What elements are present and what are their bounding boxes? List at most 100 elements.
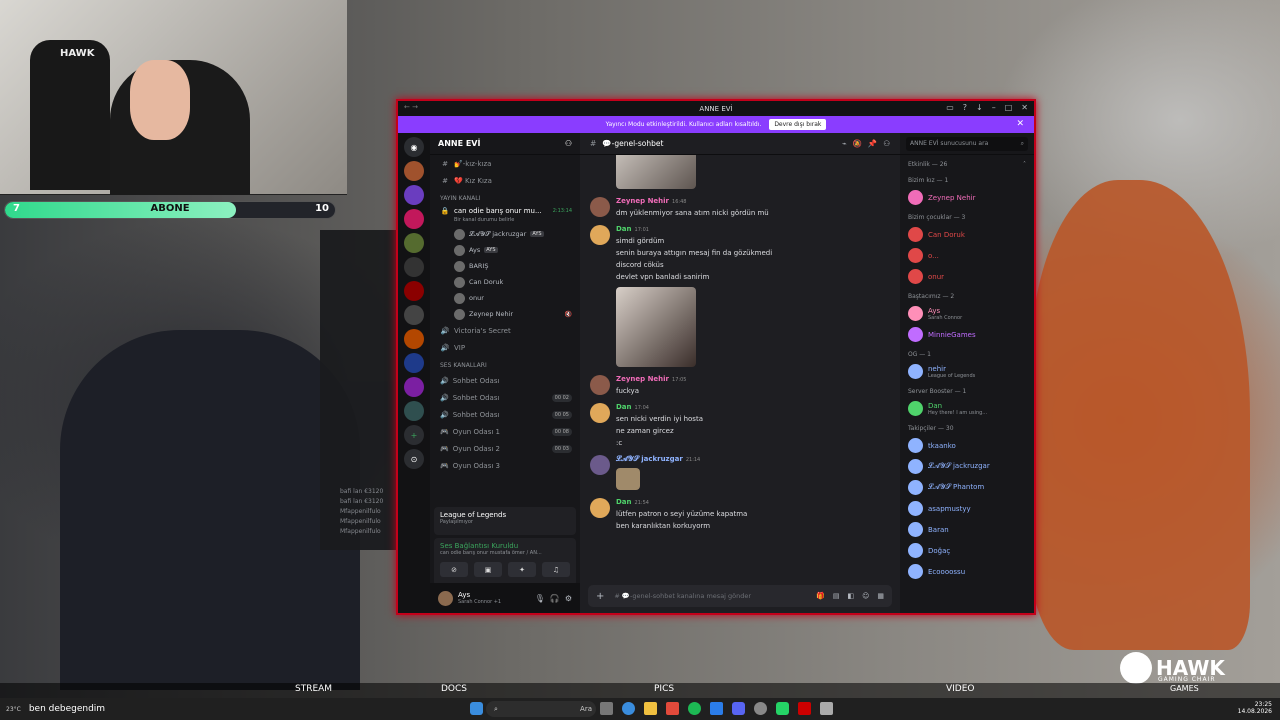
- disable-streamer-mode-button[interactable]: Devre dışı bırak: [769, 119, 827, 130]
- channel-item[interactable]: 🔊 VIP: [430, 339, 580, 356]
- member-item[interactable]: Doğaç: [900, 540, 1034, 561]
- voice-user[interactable]: 𝓛𝓐𝓨𝓢 jackruzgar AYS: [430, 226, 580, 242]
- notification-bell-icon[interactable]: 🔕: [853, 139, 862, 148]
- author-name[interactable]: 𝓛𝓐𝓨𝓢 jackruzgar: [616, 455, 683, 463]
- spotify-icon[interactable]: [688, 702, 701, 715]
- task-view-icon[interactable]: [600, 702, 613, 715]
- threads-icon[interactable]: ⌁: [842, 139, 847, 148]
- member-item[interactable]: Baran: [900, 519, 1034, 540]
- channel-status[interactable]: Bir kanal durumu belirle: [430, 217, 580, 226]
- app-icon[interactable]: [710, 702, 723, 715]
- app-icon[interactable]: [798, 702, 811, 715]
- system-clock[interactable]: 23:25 14.08.2026: [1238, 701, 1272, 715]
- member-list-icon[interactable]: ⚇: [883, 139, 890, 148]
- help-icon[interactable]: ?: [963, 103, 967, 112]
- message-input[interactable]: + # 💬-genel-sohbet kanalına mesaj gönder…: [588, 585, 892, 607]
- windows-start-icon[interactable]: [470, 702, 483, 715]
- author-name[interactable]: Zeynep Nehir: [616, 197, 669, 205]
- voice-user[interactable]: BARIŞ: [430, 258, 580, 274]
- voice-user[interactable]: Ays AYS: [430, 242, 580, 258]
- pin-icon[interactable]: 📌: [868, 139, 877, 148]
- category-stream[interactable]: YAYIN KANALI: [430, 189, 580, 205]
- message[interactable]: 𝓛𝓐𝓨𝓢 jackruzgar 21:14: [590, 455, 890, 490]
- avatar[interactable]: [590, 375, 610, 395]
- stream-channel[interactable]: 🔒 can odie barış onur mu... 2:13:14: [430, 205, 580, 217]
- apps-icon[interactable]: ▦: [877, 592, 884, 600]
- server-search-input[interactable]: ANNE EVİ sunucusunu ara ⌕: [906, 136, 1028, 151]
- message[interactable]: Zeynep Nehir 16:48 dm yüklenmiyor sana at…: [590, 197, 890, 217]
- voice-channel[interactable]: 🎮 Oyun Odası 1 00 08: [430, 423, 580, 440]
- screen-share-icon[interactable]: ▣: [474, 562, 502, 577]
- category-voice[interactable]: SES KANALLARI: [430, 356, 580, 372]
- app-icon[interactable]: [820, 702, 833, 715]
- author-name[interactable]: Dan: [616, 498, 632, 506]
- voice-channel[interactable]: 🎮 Oyun Odası 2 00 03: [430, 440, 580, 457]
- server-header[interactable]: ANNE EVİ ⚇: [430, 133, 580, 155]
- weather-widget[interactable]: 23°C: [6, 706, 21, 713]
- discover-icon[interactable]: ⊙: [404, 449, 424, 469]
- server-icon[interactable]: [404, 185, 424, 205]
- author-name[interactable]: Dan: [616, 225, 632, 233]
- member-item[interactable]: Ays Sarah Connor: [900, 303, 1034, 324]
- emoji-icon[interactable]: ☺: [862, 592, 869, 600]
- activities-icon[interactable]: ✦: [508, 562, 536, 577]
- avatar[interactable]: [590, 498, 610, 518]
- avatar[interactable]: [590, 403, 610, 423]
- member-item[interactable]: onur: [900, 266, 1034, 287]
- soundboard-icon[interactable]: ♫: [542, 562, 570, 577]
- server-icon[interactable]: [404, 401, 424, 421]
- sticker-image[interactable]: [616, 468, 640, 490]
- maximize-icon[interactable]: □: [1005, 103, 1013, 112]
- member-item[interactable]: 𝓛𝓐𝓨𝓢 jackruzgar: [900, 456, 1034, 477]
- member-item[interactable]: Can Doruk: [900, 224, 1034, 245]
- member-item[interactable]: asapmustyy: [900, 498, 1034, 519]
- browser-icon[interactable]: [622, 702, 635, 715]
- channel-item[interactable]: # 💅-kız-kıza: [430, 155, 580, 172]
- chevron-up-icon[interactable]: ˄: [1023, 161, 1026, 168]
- attached-image[interactable]: [616, 155, 696, 189]
- member-item[interactable]: MinnieGames: [900, 324, 1034, 345]
- banner-close-icon[interactable]: ✕: [1016, 119, 1024, 129]
- member-item[interactable]: Zeynep Nehir: [900, 187, 1034, 208]
- channel-item[interactable]: # 💔 Kız Kıza: [430, 172, 580, 189]
- voice-user[interactable]: Can Doruk: [430, 274, 580, 290]
- camera-off-icon[interactable]: ⊘: [440, 562, 468, 577]
- voice-channel[interactable]: 🎮 Oyun Odası 3: [430, 457, 580, 474]
- member-item[interactable]: 𝓛𝓐𝓨𝓢 Phantom: [900, 477, 1034, 498]
- sticker-icon[interactable]: ◧: [847, 592, 854, 600]
- server-icon[interactable]: [404, 353, 424, 373]
- member-item[interactable]: o...: [900, 245, 1034, 266]
- gif-icon[interactable]: ▤: [833, 592, 840, 600]
- dm-home-icon[interactable]: ◉: [404, 137, 424, 157]
- add-server-icon[interactable]: +: [404, 425, 424, 445]
- message-input-placeholder[interactable]: # 💬-genel-sohbet kanalına mesaj gönder: [614, 592, 751, 600]
- inbox-icon[interactable]: ▭: [946, 103, 954, 112]
- message[interactable]: Dan 17:04 sen nicki verdin iyi hosta ne z…: [590, 403, 890, 447]
- server-icon[interactable]: [404, 233, 424, 253]
- voice-channel[interactable]: 🔊 Sohbet Odası: [430, 372, 580, 389]
- server-icon[interactable]: [404, 305, 424, 325]
- message[interactable]: Dan 21:54 lütfen patron o seyi yüzüme kap…: [590, 498, 890, 530]
- activity-header[interactable]: Etkinlik — 26 ˄: [900, 155, 1034, 171]
- server-icon[interactable]: [404, 161, 424, 181]
- author-name[interactable]: Dan: [616, 403, 632, 411]
- avatar[interactable]: [590, 197, 610, 217]
- avatar[interactable]: [438, 590, 453, 606]
- app-icon[interactable]: [666, 702, 679, 715]
- member-item[interactable]: tkaanko: [900, 435, 1034, 456]
- author-name[interactable]: Zeynep Nehir: [616, 375, 669, 383]
- minimize-icon[interactable]: –: [992, 103, 996, 112]
- channel-item[interactable]: 🔊 Victoria's Secret: [430, 322, 580, 339]
- member-item[interactable]: Ecoooossu: [900, 561, 1034, 582]
- whatsapp-icon[interactable]: [776, 702, 789, 715]
- avatar[interactable]: [590, 225, 610, 245]
- member-item[interactable]: nehir League of Legends: [900, 361, 1034, 382]
- voice-channel[interactable]: 🔊 Sohbet Odası 00 02: [430, 389, 580, 406]
- add-member-icon[interactable]: ⚇: [565, 139, 572, 148]
- server-icon[interactable]: [404, 281, 424, 301]
- server-icon[interactable]: [404, 209, 424, 229]
- server-icon[interactable]: [404, 329, 424, 349]
- settings-gear-icon[interactable]: ⚙: [565, 594, 572, 603]
- headphones-icon[interactable]: 🎧: [550, 594, 560, 603]
- gift-icon[interactable]: 🎁: [816, 592, 825, 600]
